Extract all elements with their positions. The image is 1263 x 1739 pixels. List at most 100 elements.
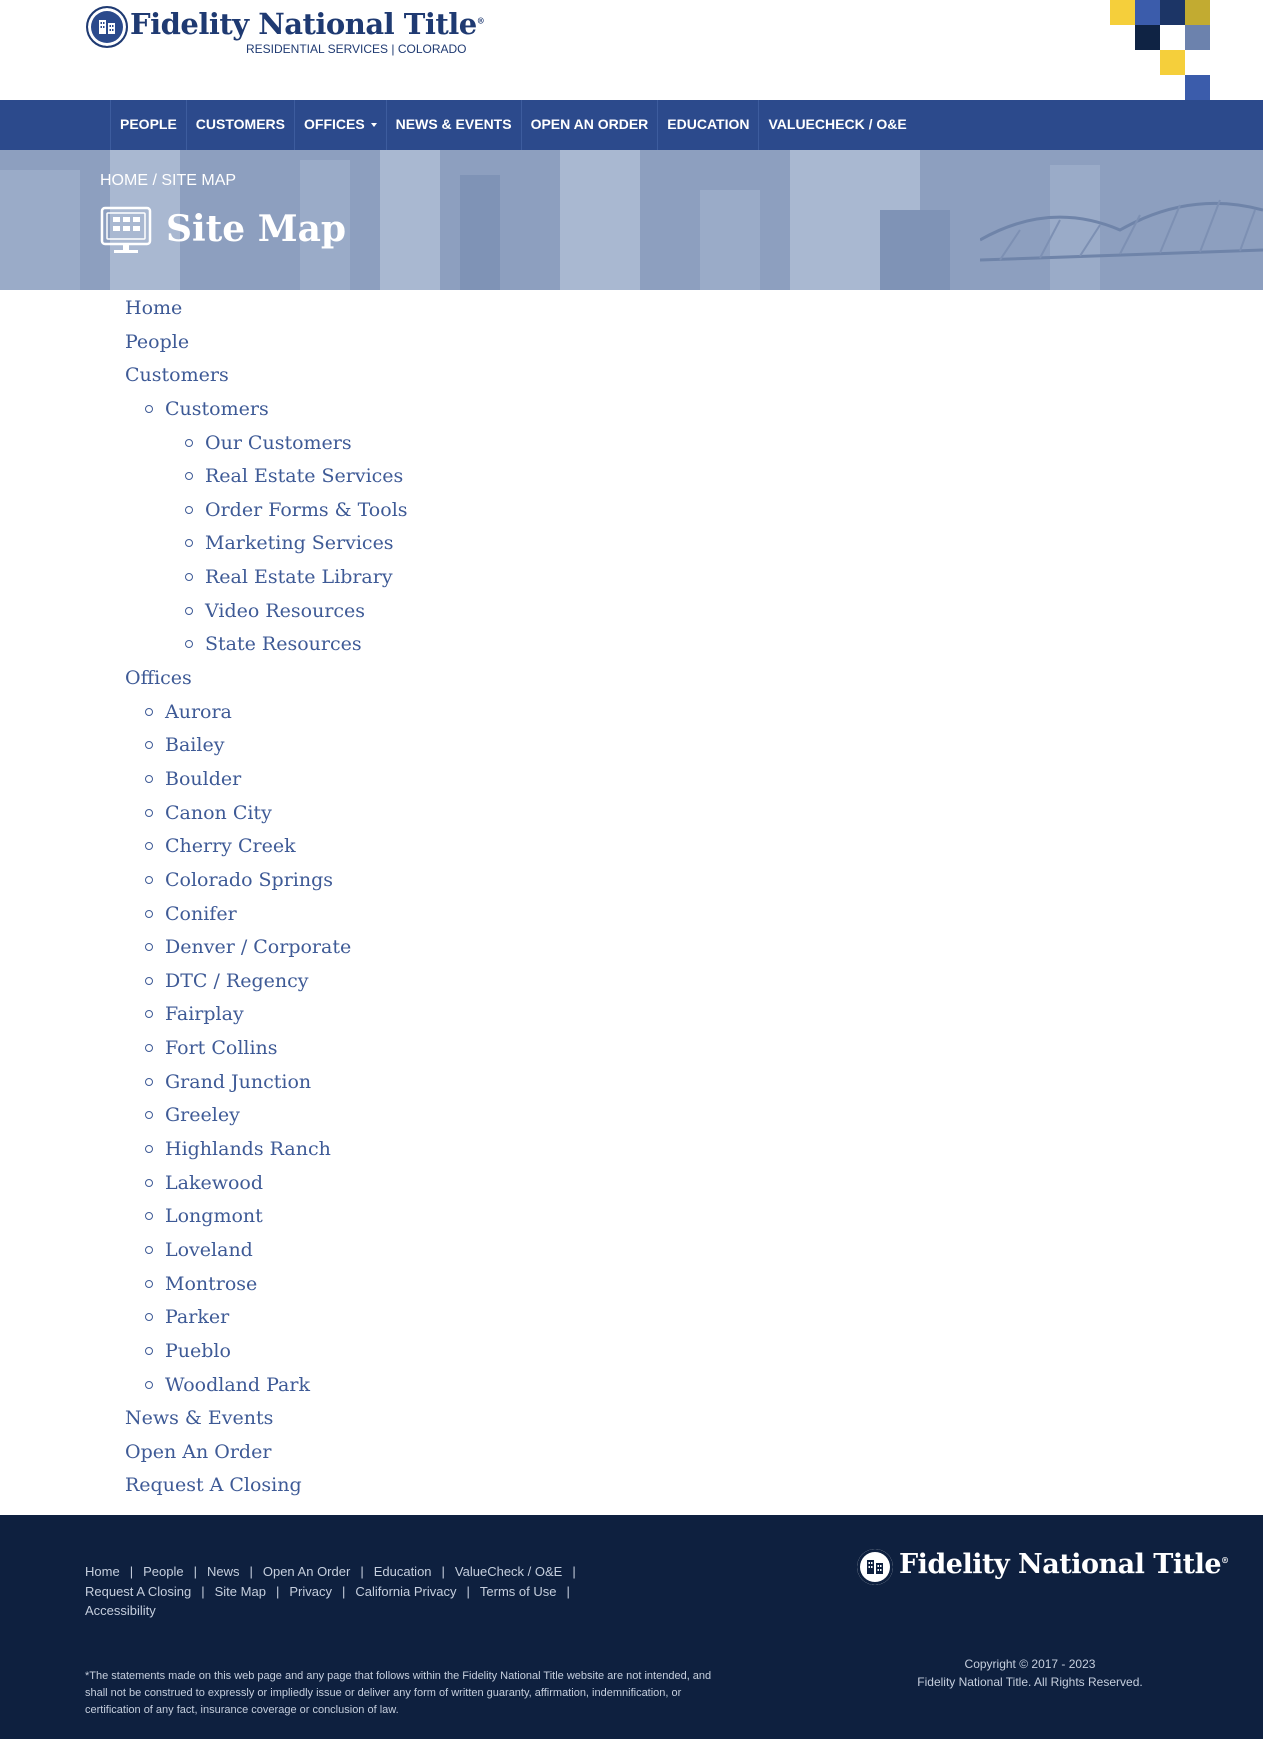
nav-item-valuecheck-o-e[interactable]: VALUECHECK / O&E	[758, 100, 915, 150]
breadcrumb-current: SITE MAP	[161, 172, 237, 189]
sitemap-item: Pueblo	[125, 1335, 408, 1369]
sitemap-item: Parker	[125, 1301, 408, 1335]
sitemap-list: Home People Customers Customers Our Customer…	[125, 292, 408, 1503]
sitemap-item: Highlands Ranch	[125, 1133, 408, 1167]
sitemap-item: Real Estate Services	[125, 460, 408, 494]
bullet-circle-icon	[185, 539, 193, 548]
footer-link-california-privacy[interactable]: California Privacy	[355, 1584, 456, 1599]
sitemap-link[interactable]: Cherry Creek	[165, 835, 296, 857]
nav-item-offices[interactable]: OFFICES	[294, 100, 386, 150]
footer-link-request-a-closing[interactable]: Request A Closing	[85, 1584, 191, 1599]
footer-disclaimer: *The statements made on this web page an…	[85, 1670, 712, 1716]
sitemap-item: Our Customers	[125, 427, 408, 461]
footer-link-separator: |	[341, 1583, 346, 1599]
footer-link-education[interactable]: Education	[374, 1564, 432, 1579]
sitemap-link[interactable]: Parker	[165, 1306, 229, 1328]
fnt-seal-icon	[857, 1549, 893, 1585]
sitemap-link[interactable]: Greeley	[165, 1104, 240, 1126]
sitemap-item: Aurora	[125, 696, 408, 730]
nav-item-label: OPEN AN ORDER	[530, 116, 649, 132]
bullet-circle-icon	[145, 1380, 153, 1389]
sitemap-link[interactable]: Colorado Springs	[165, 869, 333, 891]
nav-item-people[interactable]: PEOPLE	[110, 100, 186, 150]
sitemap-item: Grand Junction	[125, 1066, 408, 1100]
footer-link-separator: |	[249, 1564, 253, 1579]
footer-link-separator: |	[466, 1583, 470, 1599]
footer-link-separator: |	[275, 1583, 280, 1599]
footer-link-open-an-order[interactable]: Open An Order	[263, 1564, 350, 1579]
sitemap-link[interactable]: Longmont	[165, 1205, 263, 1227]
sitemap-link[interactable]: Offices	[125, 667, 192, 689]
bullet-circle-icon	[145, 1245, 153, 1254]
footer-links: Home | People | News | Open An Order | Education…	[85, 1562, 605, 1621]
sitemap-link[interactable]: Fort Collins	[165, 1037, 278, 1059]
sitemap-item: Video Resources	[125, 595, 408, 629]
sitemap-link[interactable]: Open An Order	[125, 1441, 271, 1463]
sitemap-link[interactable]: Request A Closing	[125, 1474, 302, 1496]
deco-square	[1185, 25, 1210, 50]
sitemap-link[interactable]: Our Customers	[205, 432, 352, 454]
sitemap-link[interactable]: DTC / Regency	[165, 970, 309, 992]
logo-subtitle: RESIDENTIAL SERVICES | COLORADO	[246, 42, 467, 56]
sitemap-link[interactable]: Aurora	[165, 701, 232, 723]
sitemap-link[interactable]: Lakewood	[165, 1172, 263, 1194]
footer-link-home[interactable]: Home	[85, 1564, 120, 1579]
sitemap-link[interactable]: Highlands Ranch	[165, 1138, 331, 1160]
logo-wordmark: Fidelity National Title®	[130, 7, 485, 41]
bullet-circle-icon	[145, 943, 153, 952]
site-logo[interactable]: Fidelity National Title® RESIDENTIAL SER…	[86, 6, 485, 62]
sitemap-link[interactable]: People	[125, 331, 189, 353]
sitemap-link[interactable]: Grand Junction	[165, 1071, 311, 1093]
sitemap-link[interactable]: Customers	[125, 364, 229, 386]
sitemap-link[interactable]: Home	[125, 297, 182, 319]
sitemap-link[interactable]: Boulder	[165, 768, 241, 790]
footer-logo-wordmark: Fidelity National Title®	[899, 1549, 1229, 1580]
footer-link-valuecheck-o-e[interactable]: ValueCheck / O&E	[455, 1564, 562, 1579]
sitemap-link[interactable]: Montrose	[165, 1273, 257, 1295]
sitemap-link[interactable]: Canon City	[165, 802, 272, 824]
sitemap-item: Customers	[125, 393, 408, 427]
footer-link-accessibility[interactable]: Accessibility	[85, 1603, 156, 1618]
sitemap-link[interactable]: State Resources	[205, 633, 362, 655]
sitemap-link[interactable]: Video Resources	[205, 600, 365, 622]
footer-link-news[interactable]: News	[207, 1564, 240, 1579]
sitemap-item: Fairplay	[125, 998, 408, 1032]
nav-item-customers[interactable]: CUSTOMERS	[185, 100, 294, 150]
sitemap-link[interactable]: Customers	[165, 398, 269, 420]
sitemap-item: Customers	[125, 359, 408, 393]
footer-link-separator: |	[572, 1564, 576, 1579]
sitemap-item: Open An Order	[125, 1436, 408, 1470]
sitemap-link[interactable]: Loveland	[165, 1239, 253, 1261]
sitemap-link[interactable]: News & Events	[125, 1407, 273, 1429]
footer-link-people[interactable]: People	[143, 1564, 183, 1579]
nav-item-education[interactable]: EDUCATION	[657, 100, 758, 150]
sitemap-link[interactable]: Bailey	[165, 734, 224, 756]
bullet-circle-icon	[145, 1346, 153, 1355]
nav-item-label: CUSTOMERS	[195, 116, 285, 132]
footer-link-terms-of-use[interactable]: Terms of Use	[480, 1584, 557, 1599]
sitemap-link[interactable]: Denver / Corporate	[165, 936, 351, 958]
nav-item-open-an-order[interactable]: OPEN AN ORDER	[520, 100, 658, 150]
deco-square	[1160, 0, 1185, 25]
sitemap-link[interactable]: Real Estate Services	[205, 465, 403, 487]
nav-item-news-events[interactable]: NEWS & EVENTS	[385, 100, 521, 150]
bullet-circle-icon	[145, 875, 153, 884]
bullet-circle-icon	[185, 472, 193, 481]
footer-link-site-map[interactable]: Site Map	[215, 1584, 266, 1599]
footer-link-privacy[interactable]: Privacy	[289, 1584, 332, 1599]
breadcrumb-home[interactable]: HOME	[100, 172, 148, 189]
sitemap-link[interactable]: Real Estate Library	[205, 566, 393, 588]
footer-logo[interactable]: Fidelity National Title®	[857, 1549, 1229, 1593]
sitemap-link[interactable]: Marketing Services	[205, 532, 394, 554]
sitemap-item: Canon City	[125, 797, 408, 831]
sitemap-monitor-icon	[100, 206, 154, 260]
sitemap-item: Montrose	[125, 1268, 408, 1302]
sitemap-link[interactable]: Conifer	[165, 903, 237, 925]
deco-square	[1135, 0, 1160, 25]
sitemap-link[interactable]: Pueblo	[165, 1340, 231, 1362]
sitemap-link[interactable]: Order Forms & Tools	[205, 499, 408, 521]
sitemap-link[interactable]: Woodland Park	[165, 1374, 310, 1396]
sitemap-item: Loveland	[125, 1234, 408, 1268]
sitemap-link[interactable]: Fairplay	[165, 1003, 244, 1025]
nav-item-label: OFFICES	[304, 116, 365, 132]
